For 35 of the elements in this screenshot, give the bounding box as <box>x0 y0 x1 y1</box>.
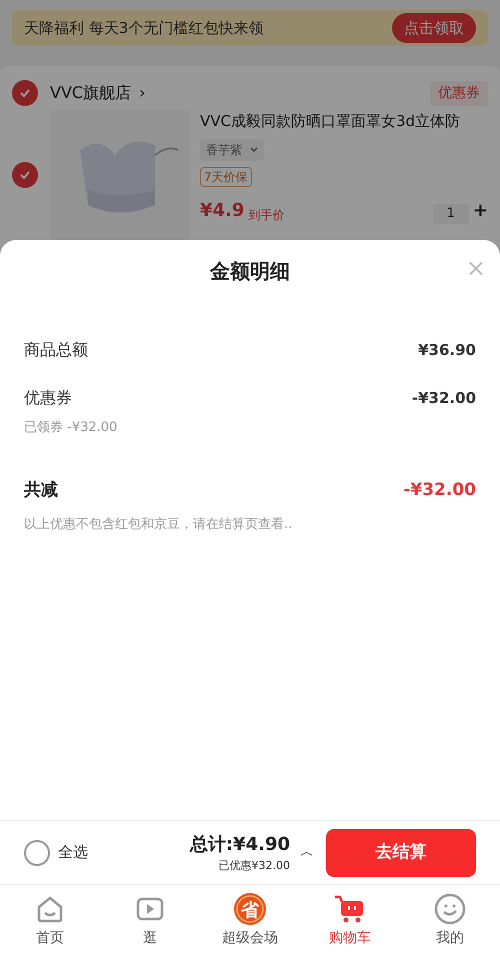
tab-item[interactable]: 购物车 <box>300 885 400 955</box>
checkbox[interactable] <box>12 162 38 188</box>
product-title: VVC成毅同款防晒口罩面罩女3d立体防 <box>200 111 460 132</box>
checkbox[interactable] <box>24 840 50 866</box>
price-note: 到手价 <box>248 206 284 224</box>
row-note: 以上优惠不包含红包和京豆，请在结算页查看.. <box>24 516 294 534</box>
total-amount: 总计:¥4.90 <box>190 832 290 857</box>
discount-amount: 已优惠¥32.00 <box>218 858 290 874</box>
variant-dropdown[interactable]: 香芋紫 <box>200 138 264 160</box>
smiley-icon <box>434 892 466 926</box>
select-all-label[interactable]: 全选 <box>58 841 88 864</box>
row-value: -¥32.00 <box>412 388 476 409</box>
banner-text: 天降福利 每天3个无门槛红包快来领 <box>24 18 264 39</box>
row-label: 商品总额 <box>24 339 88 361</box>
quantity-field[interactable]: 1 <box>432 204 469 224</box>
tab-item[interactable]: 首页 <box>0 885 100 955</box>
price: ¥4.9 <box>200 198 244 222</box>
price-guarantee-tag: 7天价保 <box>200 166 252 186</box>
row-note: 已领券 -¥32.00 <box>24 419 118 437</box>
chevron-icon: › <box>139 81 146 105</box>
tab-item[interactable]: 省 超级会场 <box>200 885 300 955</box>
row-value: ¥36.90 <box>418 340 476 361</box>
sheet-title: 金额明细 <box>210 258 290 285</box>
promo-icon: 省 <box>233 892 267 926</box>
checkout-button[interactable]: 去结算 <box>326 828 476 876</box>
tab-item[interactable]: 逛 <box>100 885 200 955</box>
row-label: 优惠券 <box>24 387 72 409</box>
store-name[interactable]: VVC旗舰店 <box>50 81 132 105</box>
chevron-down-icon <box>250 147 258 152</box>
tab-item[interactable]: 我的 <box>400 885 500 955</box>
caret-icon[interactable]: ︿ <box>300 842 314 863</box>
row-value: -¥32.00 <box>403 478 476 502</box>
row-label: 共减 <box>24 478 58 502</box>
checkbox[interactable] <box>12 80 38 106</box>
plus-button[interactable]: + <box>472 196 488 224</box>
